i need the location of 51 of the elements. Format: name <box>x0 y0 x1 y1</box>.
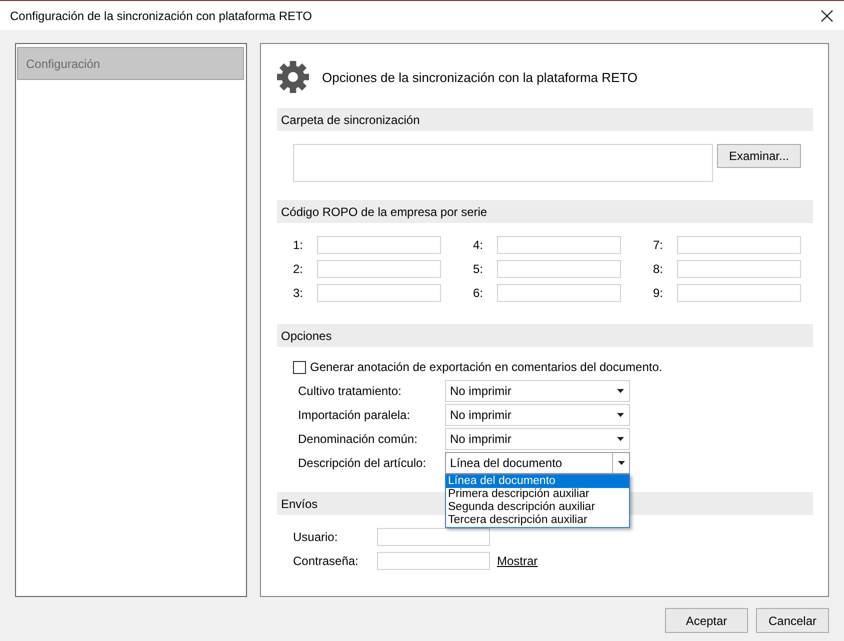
ropo-code-field[interactable] <box>317 260 441 278</box>
dropdown-select[interactable]: No imprimir <box>445 380 630 402</box>
cancel-button[interactable]: Cancelar <box>756 608 829 633</box>
series-label: 1: <box>293 238 304 252</box>
series-label: 7: <box>653 238 664 252</box>
ropo-code-field[interactable] <box>497 236 621 254</box>
caret-icon <box>617 437 624 441</box>
browse-button[interactable]: Examinar... <box>717 144 801 168</box>
section-header: Opciones <box>277 324 813 347</box>
ropo-code-field[interactable] <box>677 236 801 254</box>
section-header: Código ROPO de la empresa por serie <box>277 200 813 223</box>
dropdown-option[interactable]: Tercera descripción auxiliar <box>446 514 629 527</box>
show-password-link[interactable]: Mostrar <box>497 554 538 568</box>
ropo-code-field[interactable] <box>677 260 801 278</box>
option-label: Denominación común: <box>298 432 418 446</box>
series-label: 3: <box>293 286 304 300</box>
dropdown-option[interactable]: Segunda descripción auxiliar <box>446 501 629 514</box>
checkbox-label: Generar anotación de exportación en comentarios del documento. <box>310 360 662 374</box>
ropo-code-field[interactable] <box>497 260 621 278</box>
close-icon[interactable] <box>821 10 833 22</box>
series-label: 9: <box>653 286 664 300</box>
caret-icon <box>618 461 624 465</box>
page-heading: Opciones de la sincronización con la plataforma RETO <box>322 70 638 84</box>
folder-path-field[interactable] <box>293 144 713 182</box>
caret-icon <box>617 413 624 417</box>
password-field[interactable] <box>377 552 490 570</box>
window-title: Configuración de la sincronización con plataforma RETO <box>10 8 312 22</box>
dropdown-select[interactable]: Línea del documento <box>445 452 630 474</box>
option-label: Cultivo tratamiento: <box>298 384 402 398</box>
ropo-code-field[interactable] <box>497 284 621 302</box>
accept-button[interactable]: Aceptar <box>665 608 748 633</box>
gear-icon <box>277 61 309 93</box>
ropo-code-field[interactable] <box>317 284 441 302</box>
series-label: 8: <box>653 262 664 276</box>
series-label: 4: <box>473 238 484 252</box>
dropdown-option[interactable]: Línea del documento <box>446 475 629 488</box>
username-label: Usuario: <box>293 530 339 544</box>
password-label: Contraseña: <box>293 554 360 568</box>
dropdown-select[interactable]: No imprimir <box>445 404 630 426</box>
series-label: 5: <box>473 262 484 276</box>
ropo-code-field[interactable] <box>677 284 801 302</box>
username-field[interactable] <box>377 528 490 546</box>
option-label: Importación paralela: <box>298 408 412 422</box>
checkbox[interactable] <box>293 360 306 374</box>
caret-icon <box>617 389 624 393</box>
series-label: 6: <box>473 286 484 300</box>
option-label: Descripción del artículo: <box>298 456 428 470</box>
series-label: 2: <box>293 262 304 276</box>
ropo-code-field[interactable] <box>317 236 441 254</box>
section-header: Carpeta de sincronización <box>277 108 813 131</box>
dropdown-select[interactable]: No imprimir <box>445 428 630 450</box>
